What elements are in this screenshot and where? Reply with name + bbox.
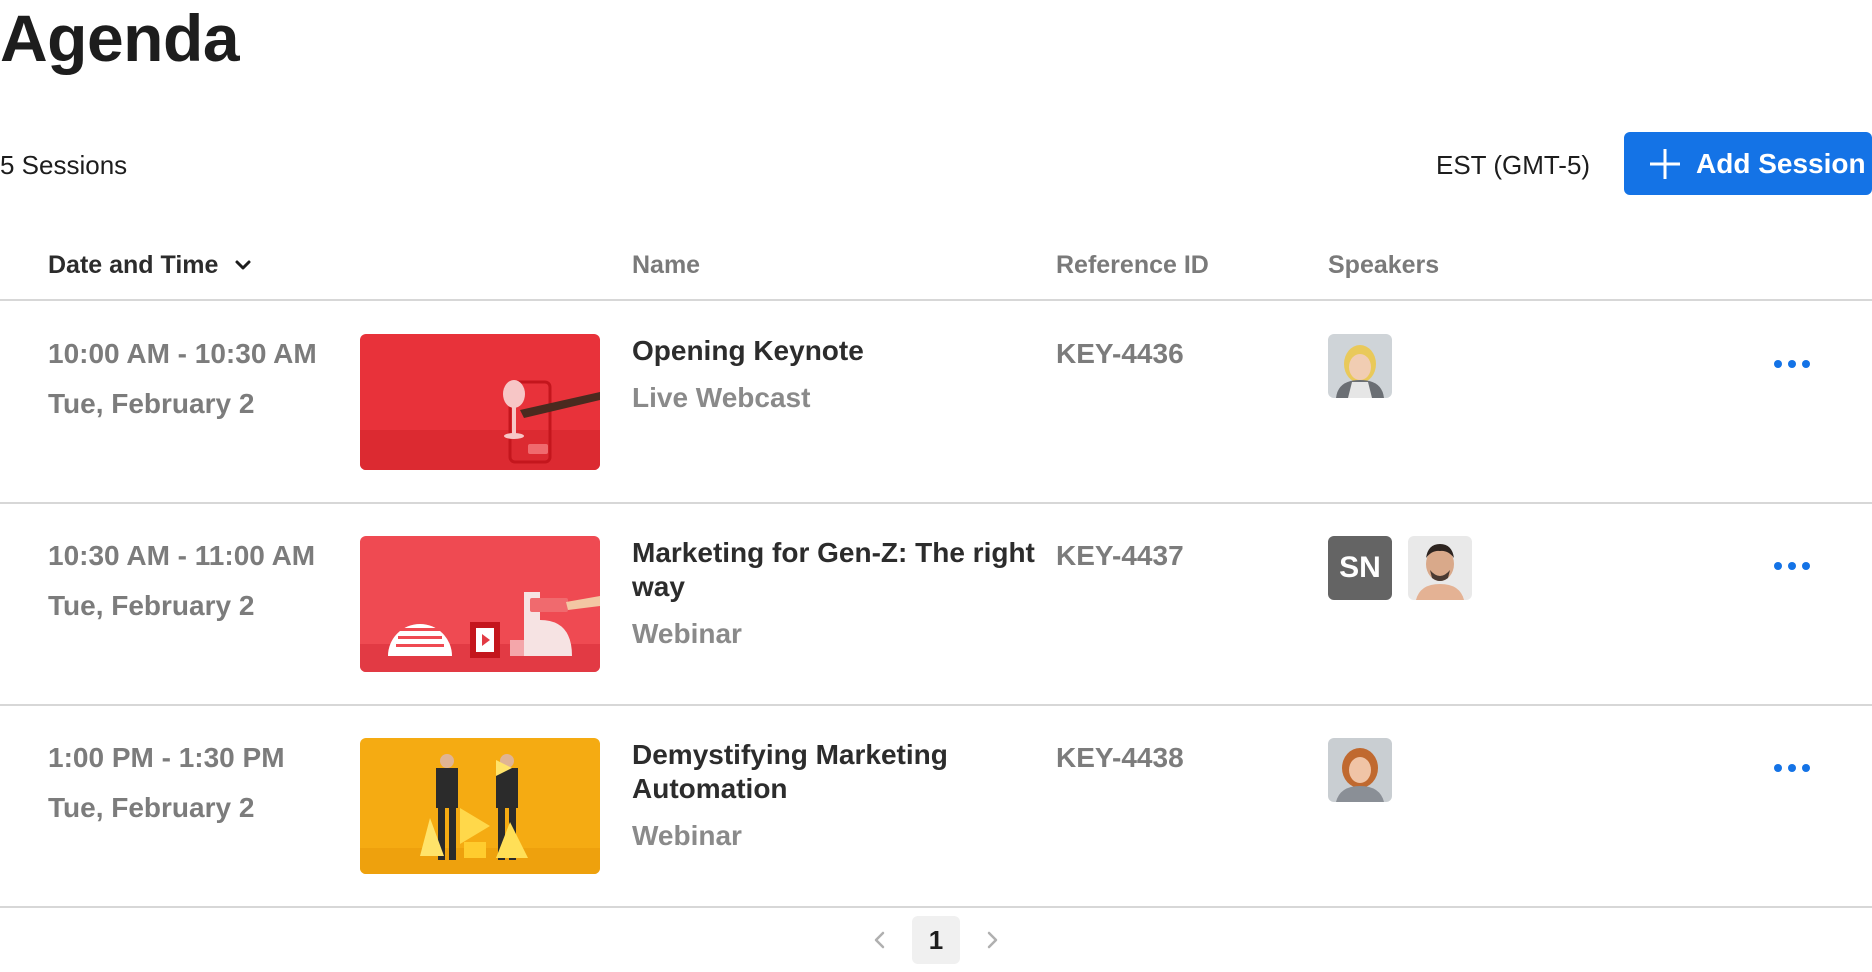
speaker-avatar[interactable] (1328, 334, 1392, 398)
table-row[interactable]: 10:30 AM - 11:00 AM Tue, February 2 Mark… (0, 504, 1872, 704)
session-name[interactable]: Demystifying Marketing Automation (632, 738, 1042, 806)
session-time: 10:00 AM - 10:30 AM (48, 338, 317, 369)
chevron-right-icon[interactable] (982, 928, 1002, 952)
session-date: Tue, February 2 (48, 590, 255, 621)
timezone-label: EST (GMT-5) (1436, 150, 1591, 180)
more-options-icon[interactable] (1770, 352, 1814, 376)
chevron-down-icon (235, 260, 251, 270)
table-row[interactable]: 1:00 PM - 1:30 PM Tue, February 2 Demyst… (0, 706, 1872, 906)
add-session-label: Add Session (1696, 147, 1866, 179)
session-time: 10:30 AM - 11:00 AM (48, 540, 316, 571)
chevron-left-icon[interactable] (870, 928, 890, 952)
page-number-current[interactable]: 1 (912, 916, 960, 964)
session-name[interactable]: Marketing for Gen-Z: The right way (632, 536, 1042, 604)
speaker-list (1328, 334, 1392, 398)
session-name-cell[interactable]: Opening Keynote Live Webcast (632, 334, 1042, 416)
more-options-icon[interactable] (1770, 554, 1814, 578)
session-type: Webinar (632, 618, 742, 649)
column-header-name: Name (632, 251, 701, 279)
column-header-date-time-label: Date and Time (48, 251, 219, 279)
column-header-date-time[interactable]: Date and Time (48, 249, 252, 281)
session-name-cell[interactable]: Demystifying Marketing Automation Webina… (632, 738, 1042, 854)
session-reference-id: KEY-4437 (1056, 540, 1184, 571)
session-thumbnail (360, 536, 600, 672)
session-reference-id: KEY-4438 (1056, 742, 1184, 773)
session-date: Tue, February 2 (48, 792, 255, 823)
session-type: Live Webcast (632, 382, 811, 413)
session-name-cell[interactable]: Marketing for Gen-Z: The right way Webin… (632, 536, 1042, 652)
session-time: 1:00 PM - 1:30 PM (48, 742, 285, 773)
plus-icon (1650, 148, 1680, 179)
table-row[interactable]: 10:00 AM - 10:30 AM Tue, February 2 Open… (0, 302, 1872, 502)
header-divider (0, 299, 1872, 301)
session-count: 5 Sessions (0, 150, 128, 180)
session-reference-id: KEY-4436 (1056, 338, 1184, 369)
more-options-icon[interactable] (1770, 756, 1814, 780)
page-title: Agenda (0, 1, 240, 75)
speaker-initials-avatar[interactable]: SN (1328, 536, 1392, 600)
session-name[interactable]: Opening Keynote (632, 334, 1042, 368)
session-thumbnail (360, 334, 600, 470)
speaker-list (1328, 738, 1392, 802)
session-type: Webinar (632, 820, 742, 851)
pagination: 1 (0, 916, 1872, 964)
add-session-button[interactable]: Add Session (1624, 132, 1872, 195)
session-date: Tue, February 2 (48, 388, 255, 419)
column-header-reference-id: Reference ID (1056, 251, 1209, 279)
speaker-list: SN (1328, 536, 1472, 600)
row-divider (0, 906, 1872, 908)
speaker-avatar[interactable] (1408, 536, 1472, 600)
column-header-speakers: Speakers (1328, 251, 1440, 279)
speaker-avatar[interactable] (1328, 738, 1392, 802)
session-thumbnail (360, 738, 600, 874)
